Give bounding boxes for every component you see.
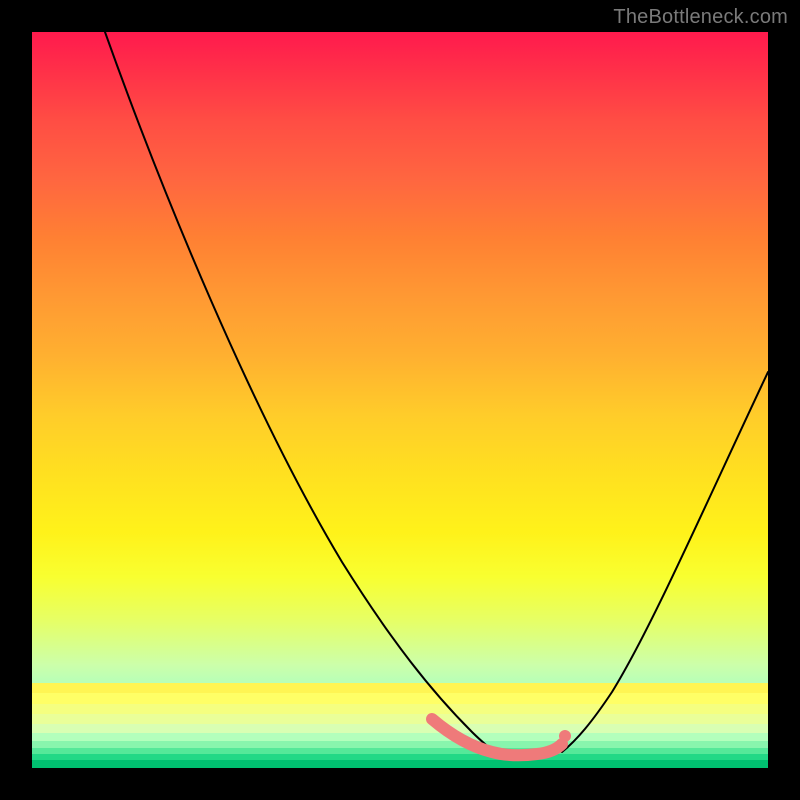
bottom-run-dot xyxy=(559,730,571,742)
right-curve xyxy=(562,372,768,752)
plot-area xyxy=(32,32,768,768)
curves-svg xyxy=(32,32,768,768)
chart-frame: TheBottleneck.com xyxy=(0,0,800,800)
bottom-run xyxy=(432,719,562,755)
left-curve xyxy=(105,32,494,752)
watermark-text: TheBottleneck.com xyxy=(613,6,788,29)
